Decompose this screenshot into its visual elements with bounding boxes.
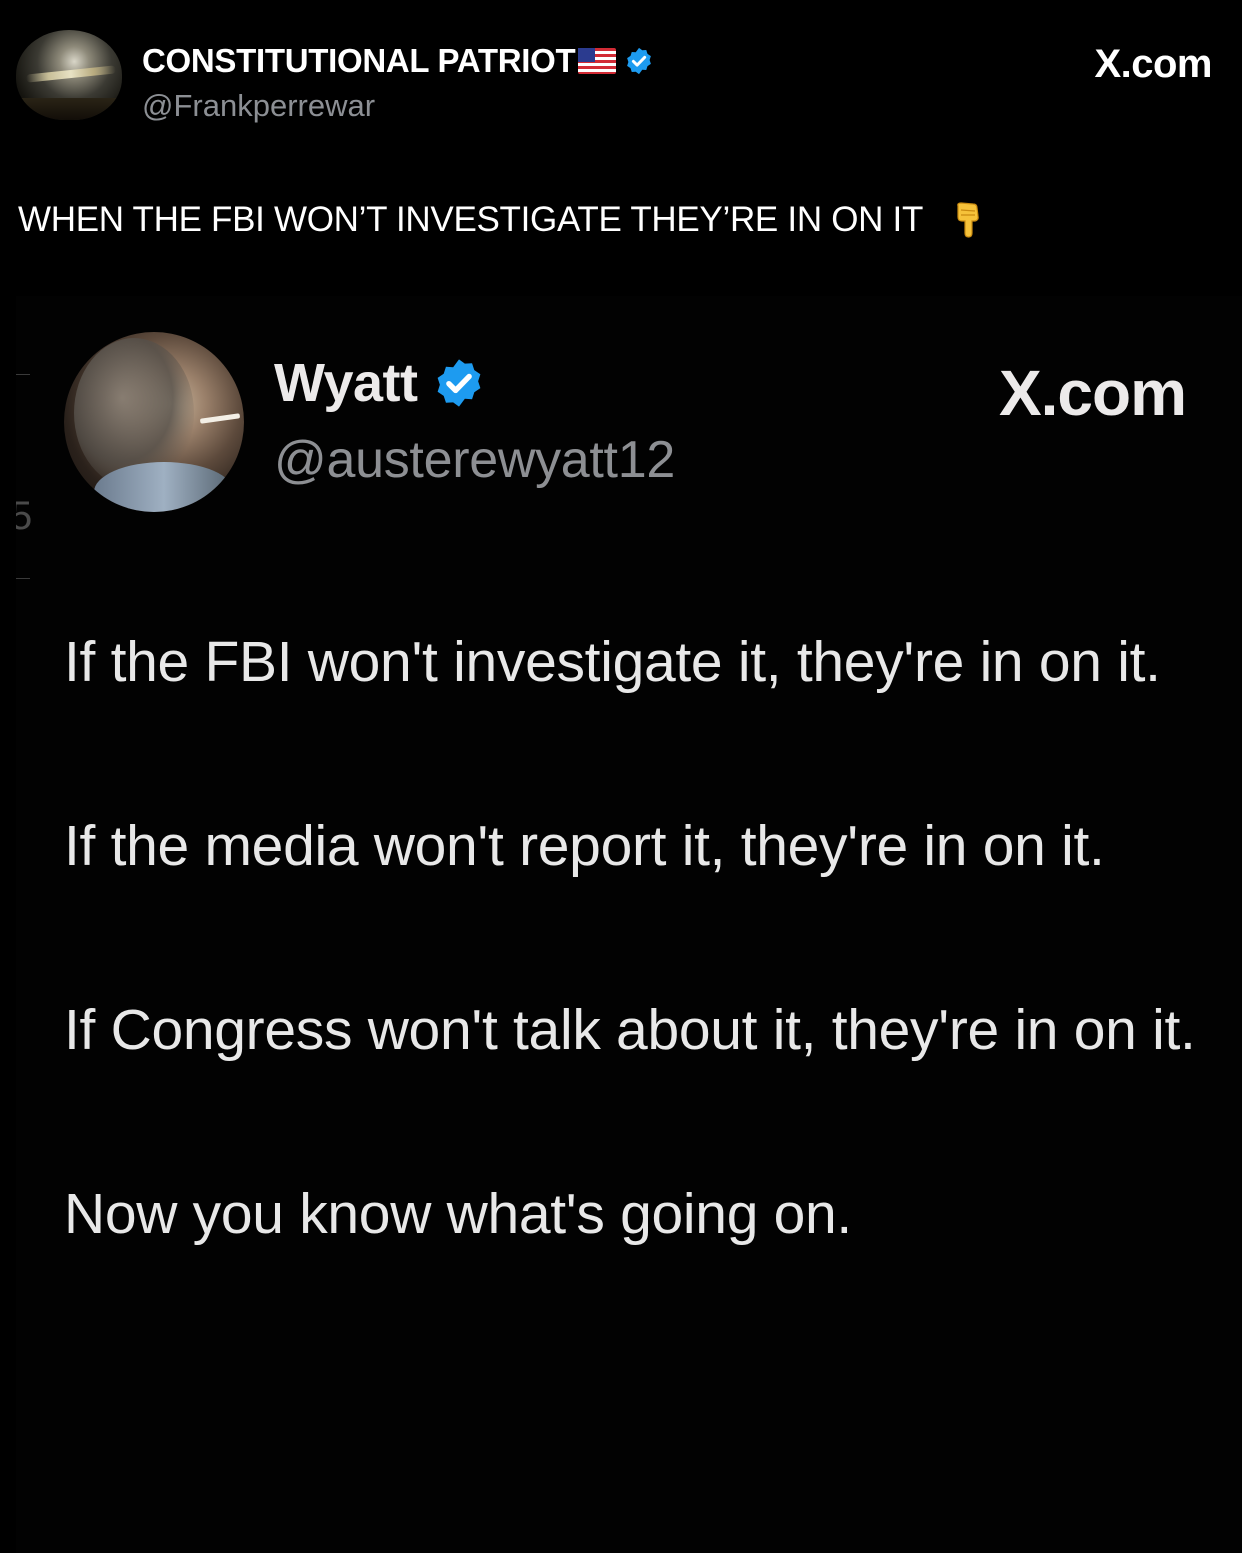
us-flag-icon [578, 48, 617, 74]
avatar-ground-detail [16, 98, 122, 120]
embedded-author-avatar [64, 332, 244, 512]
embedded-site-label: X.com [998, 357, 1187, 429]
embedded-paragraph: If Congress won't talk about it, they're… [64, 998, 1196, 1062]
embedded-post-body: If the FBI won't investigate it, they're… [64, 616, 1224, 1260]
embedded-author-name: Wyatt [274, 353, 418, 413]
embedded-paragraph: If the media won't report it, they're in… [64, 814, 1105, 878]
avatar-cigarette-detail [199, 413, 241, 424]
verified-badge-icon [437, 359, 480, 407]
outer-author-name[interactable]: CONSTITUTIONAL PATRIOT [142, 42, 576, 80]
embedded-paragraph: If the FBI won't investigate it, they're… [64, 630, 1161, 694]
embedded-author-handle: @austerewyatt12 [274, 431, 675, 489]
pointing-down-emoji-icon [957, 202, 979, 238]
edge-divider [16, 374, 30, 375]
edge-divider [16, 578, 30, 579]
verified-badge-icon [627, 47, 652, 75]
edge-glyph: 5 [16, 494, 33, 538]
outer-author-avatar[interactable] [16, 30, 122, 120]
outer-post-text: WHEN THE FBI WON’T INVESTIGATE THEY’RE I… [18, 200, 924, 239]
outer-author-name-row[interactable]: CONSTITUTIONAL PATRIOT [142, 42, 654, 80]
embedded-paragraph: Now you know what's going on. [64, 1182, 852, 1246]
embedded-author-name-row: Wyatt [274, 352, 486, 414]
embedded-post-image[interactable]: 5 Wyatt @austerewyatt12 X.com If the FBI… [16, 296, 1242, 1553]
outer-post-text-row: WHEN THE FBI WON’T INVESTIGATE THEY’RE I… [18, 200, 983, 240]
outer-site-label: X.com [1094, 42, 1212, 86]
avatar-shirt-detail [94, 462, 234, 512]
outer-author-handle[interactable]: @Frankperrewar [142, 88, 375, 124]
avatar-sky-detail [25, 65, 117, 83]
